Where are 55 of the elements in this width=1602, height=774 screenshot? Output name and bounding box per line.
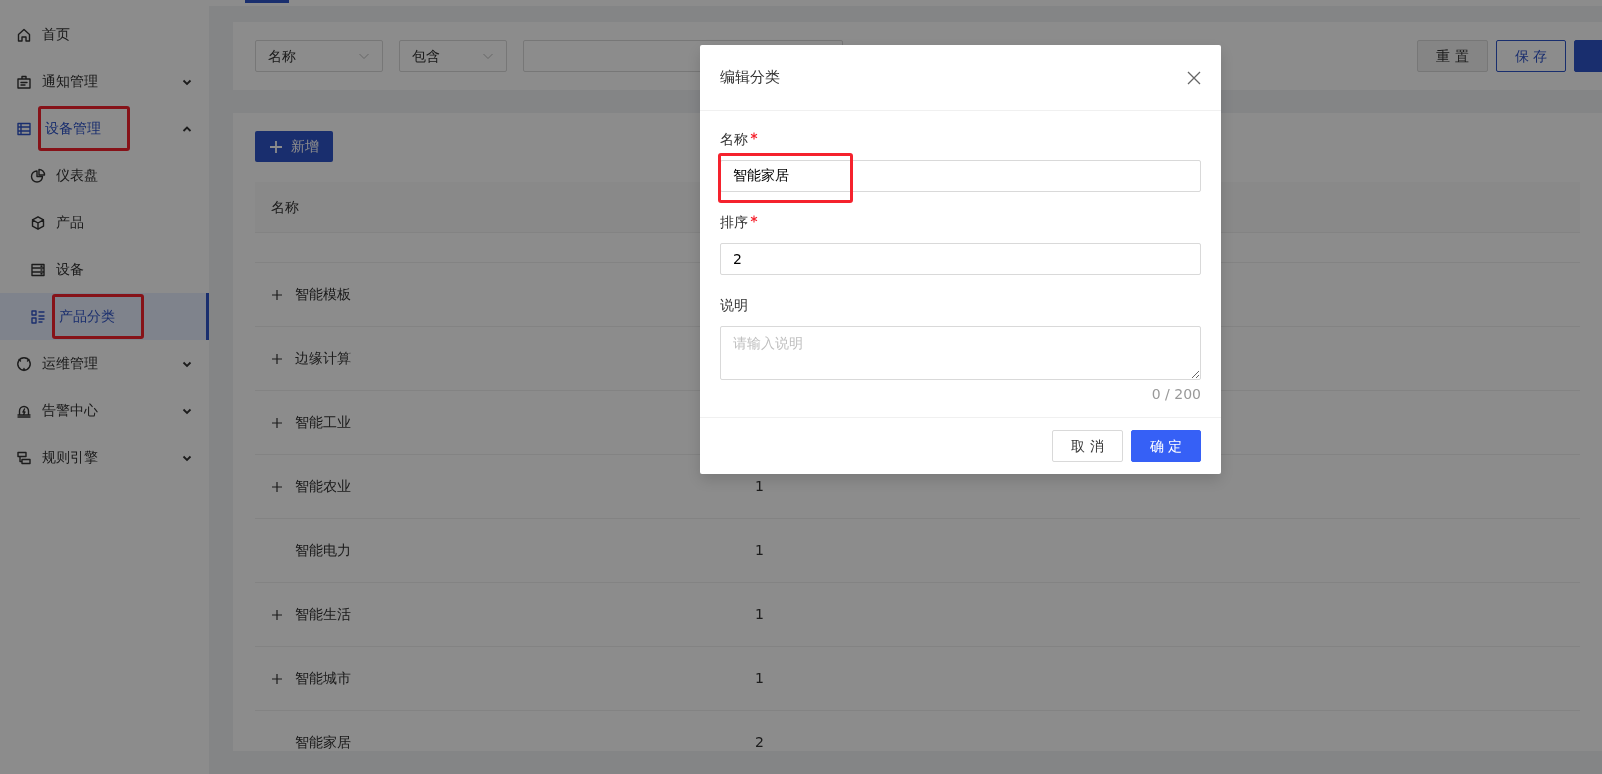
- cube-icon: [30, 214, 46, 231]
- pie-chart-icon: [30, 167, 46, 184]
- dialog-title: 编辑分类: [720, 67, 780, 89]
- text-field[interactable]: 2: [720, 243, 1201, 275]
- field-select[interactable]: 名称: [255, 40, 383, 72]
- expand-icon[interactable]: [271, 672, 283, 685]
- expand-icon[interactable]: [271, 288, 283, 301]
- expand-icon[interactable]: [271, 352, 283, 365]
- table-cell-text: 智能城市: [295, 669, 351, 688]
- server-icon: [30, 261, 46, 278]
- add-button[interactable]: 新增: [255, 131, 333, 162]
- expand-icon[interactable]: [271, 416, 283, 429]
- shield-icon: [16, 355, 32, 372]
- table-cell-text: 智能家居: [295, 733, 351, 751]
- cancel-button[interactable]: 取 消: [1052, 430, 1123, 462]
- expand-icon[interactable]: [271, 608, 283, 621]
- table-cell-text: 智能工业: [295, 413, 351, 432]
- sidebar-item[interactable]: 设备管理: [0, 105, 209, 152]
- sidebar-item[interactable]: 运维管理: [0, 340, 209, 387]
- expand-icon[interactable]: [271, 480, 283, 493]
- table-cell-text: 1: [755, 541, 764, 560]
- table-cell-text: 智能模板: [295, 285, 351, 304]
- operator-select[interactable]: 包含: [399, 40, 507, 72]
- table-cell-text: 智能电力: [295, 541, 351, 560]
- description-field[interactable]: 请输入说明: [720, 326, 1201, 380]
- home-icon: [16, 26, 32, 43]
- column-header: 名称: [271, 197, 299, 217]
- close-icon[interactable]: [1187, 70, 1201, 85]
- sidebar-item[interactable]: 产品分类: [0, 293, 209, 340]
- list-icon: [16, 120, 32, 137]
- table-cell-text: 1: [755, 477, 764, 496]
- sidebar-item[interactable]: 首页: [0, 11, 209, 58]
- sidebar-item[interactable]: 通知管理: [0, 58, 209, 105]
- sidebar-item[interactable]: 告警中心: [0, 387, 209, 434]
- field-label: 名称: [720, 130, 748, 149]
- table-cell-text: 2: [755, 733, 764, 751]
- sidebar-item[interactable]: 规则引擎: [0, 434, 209, 481]
- character-counter: 0 / 200: [1151, 386, 1201, 402]
- table-cell-text: 边缘计算: [295, 349, 351, 368]
- sidebar-item[interactable]: 产品: [0, 199, 209, 246]
- notice-board-icon: [16, 73, 32, 90]
- table-cell-text: 1: [755, 605, 764, 624]
- field-label: 排序: [720, 213, 748, 232]
- confirm-button[interactable]: 确 定: [1130, 430, 1201, 462]
- table-cell-text: 1: [755, 669, 764, 688]
- save-button[interactable]: 保 存: [1495, 40, 1566, 72]
- flow-icon: [16, 449, 32, 466]
- table-cell-text: 智能生活: [295, 605, 351, 624]
- plus-icon: [269, 139, 283, 154]
- category-icon: [30, 308, 46, 325]
- reset-button[interactable]: 重 置: [1417, 40, 1488, 72]
- sidebar-item[interactable]: 仪表盘: [0, 152, 209, 199]
- sidebar-item[interactable]: 设备: [0, 246, 209, 293]
- table-cell-text: 智能农业: [295, 477, 351, 496]
- field-label: 说明: [720, 296, 748, 315]
